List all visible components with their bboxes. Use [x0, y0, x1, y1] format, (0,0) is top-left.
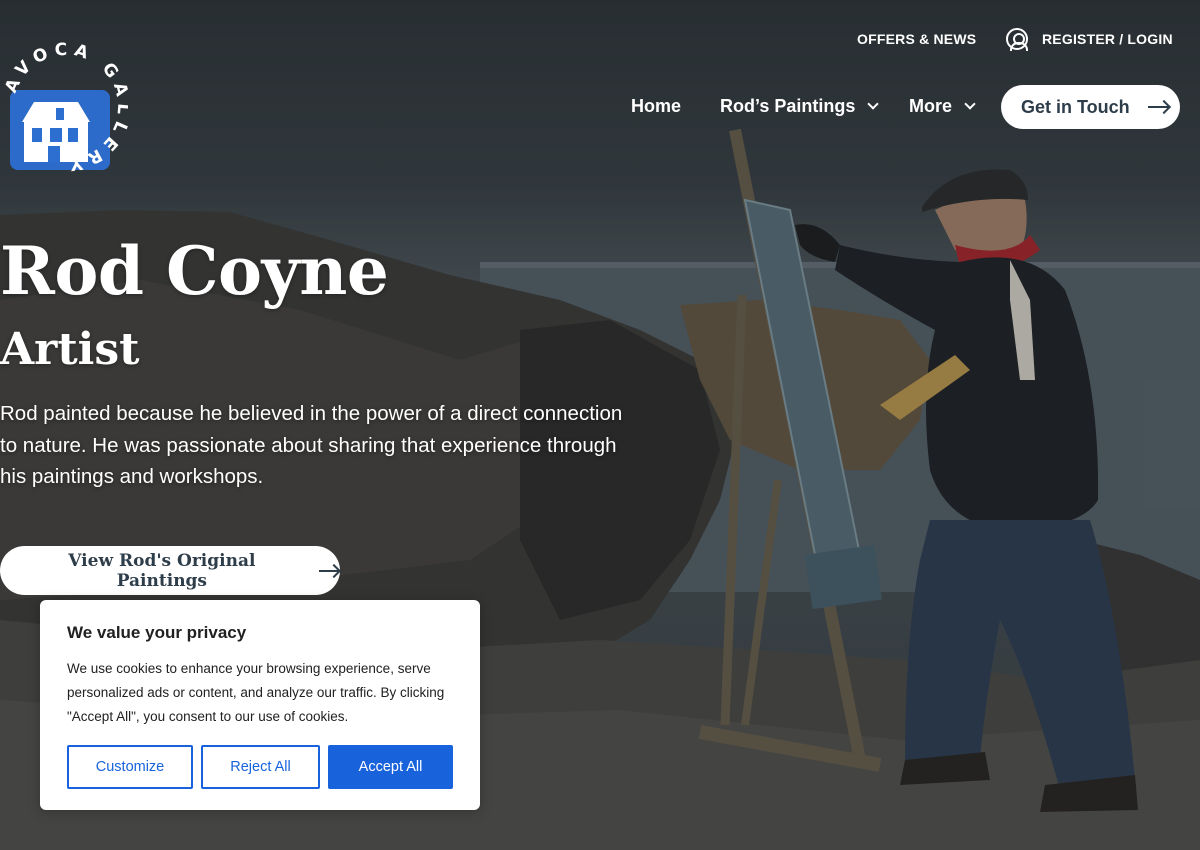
nav-more-label: More	[909, 96, 953, 116]
hero-title: Rod Coyne	[0, 232, 389, 310]
hero-description: Rod painted because he believed in the p…	[0, 402, 623, 488]
nav-rods-paintings[interactable]: Rod’s Paintings	[720, 96, 880, 117]
offers-news-link[interactable]: OFFERS & NEWS	[857, 31, 976, 47]
cookie-accept-all-button[interactable]: Accept All	[328, 745, 453, 789]
get-in-touch-label: Get in Touch	[1021, 96, 1130, 117]
cookie-text: We use cookies to enhance your browsing …	[67, 661, 445, 724]
register-login-label: REGISTER / LOGIN	[1042, 31, 1173, 47]
nav-rods-paintings-label: Rod’s Paintings	[720, 96, 856, 116]
cookie-title: We value your privacy	[67, 623, 247, 642]
cookie-consent-banner: We value your privacy We use cookies to …	[40, 600, 480, 810]
nav-home[interactable]: Home	[631, 96, 681, 117]
cookie-customize-button[interactable]: Customize	[67, 745, 193, 789]
nav-more[interactable]: More	[909, 96, 976, 117]
chevron-down-icon	[867, 98, 880, 110]
arrow-right-icon	[1147, 101, 1170, 113]
view-paintings-label: View Rod's Original Paintings	[68, 550, 256, 591]
cookie-reject-all-button[interactable]: Reject All	[201, 745, 320, 789]
nav-home-label: Home	[631, 96, 682, 116]
register-login-link[interactable]: REGISTER / LOGIN	[1006, 28, 1173, 51]
hero-subtitle: Artist	[0, 324, 140, 375]
get-in-touch-button[interactable]: Get in Touch	[1001, 85, 1180, 129]
user-circle-icon	[1006, 28, 1028, 51]
view-paintings-button[interactable]: View Rod's Original Paintings	[0, 546, 340, 595]
avoca-gallery-logo[interactable]: AVOCA GALLERY	[4, 42, 128, 172]
arrow-right-icon	[318, 565, 340, 577]
chevron-down-icon	[964, 98, 976, 110]
